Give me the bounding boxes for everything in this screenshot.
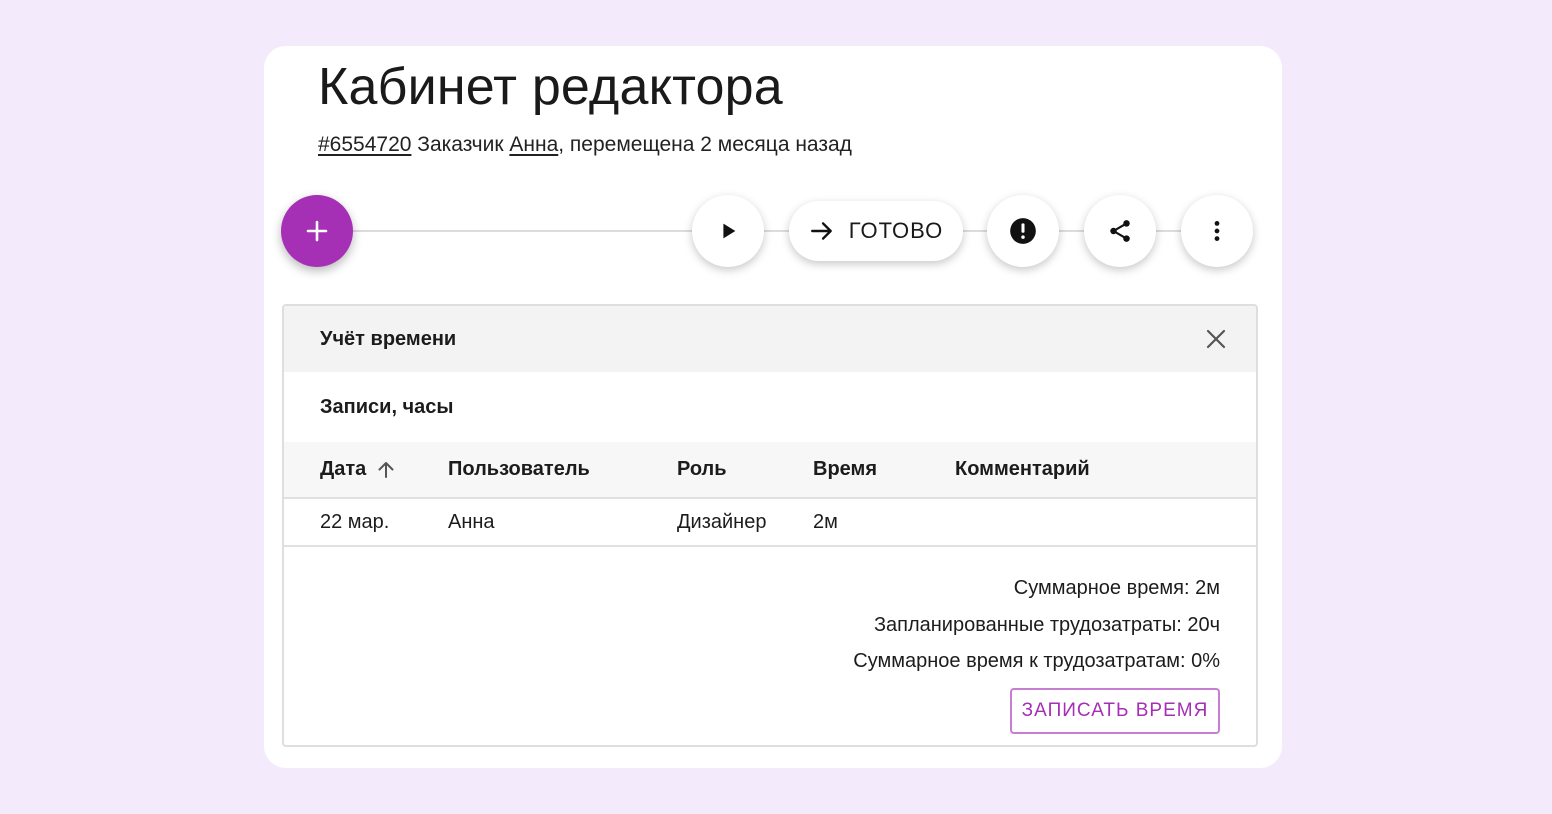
column-role[interactable]: Роль [677,442,813,498]
close-icon [1206,329,1226,349]
column-time[interactable]: Время [813,442,955,498]
customer-label: Заказчик [417,133,504,156]
table-header-row: Дата Пользователь Роль Время Комментарий [284,442,1256,498]
arrow-right-icon [810,222,832,240]
panel-title: Учёт времени [320,327,457,350]
page-title: Кабинет редактора [318,58,783,116]
more-button[interactable] [1181,195,1253,267]
section-title: Записи, часы [320,395,454,418]
cell-user: Анна [448,510,495,533]
close-button[interactable] [1202,325,1230,353]
table-row[interactable]: 22 мар. Анна Дизайнер 2м [284,498,1256,546]
panel-header: Учёт времени [284,306,1256,372]
summary-ratio: Суммарное время к трудозатратам: 0% [853,650,1220,672]
column-user[interactable]: Пользователь [448,442,677,498]
start-button[interactable] [692,195,764,267]
task-card: Кабинет редактора #6554720 Заказчик Анна… [264,46,1282,768]
task-meta: #6554720 Заказчик Анна, перемещена 2 мес… [318,133,852,157]
alert-button[interactable] [987,195,1059,267]
done-button-label: ГОТОВО [848,218,944,243]
done-button[interactable]: ГОТОВО [789,201,963,261]
alert-icon [1010,218,1036,244]
column-comment[interactable]: Комментарий [955,442,1256,498]
column-date-label: Дата [320,458,367,480]
time-tracking-panel: Учёт времени Записи, часы Дата Пользоват… [282,304,1258,747]
moved-text: , перемещена 2 месяца назад [558,133,852,156]
arrow-up-icon [378,461,394,478]
share-button[interactable] [1084,195,1156,267]
cell-date: 22 мар. [320,510,390,533]
add-button[interactable] [281,195,353,267]
record-time-button[interactable]: ЗАПИСАТЬ ВРЕМЯ [1010,688,1220,734]
share-icon [1110,220,1130,242]
time-summary: Суммарное время: 2м Запланированные труд… [853,570,1220,680]
summary-total: Суммарное время: 2м [1013,577,1220,599]
more-vert-icon [1214,221,1220,241]
cell-role: Дизайнер [677,510,767,533]
summary-planned: Запланированные трудозатраты: 20ч [873,613,1220,636]
time-entries-table: Дата Пользователь Роль Время Комментарий… [284,442,1256,547]
customer-link[interactable]: Анна [509,133,558,156]
play-icon [723,223,736,239]
cell-comment [955,498,1256,546]
task-id-link[interactable]: #6554720 [318,133,411,156]
cell-time: 2м [813,510,838,533]
plus-icon [306,220,328,242]
column-date[interactable]: Дата [284,442,448,498]
